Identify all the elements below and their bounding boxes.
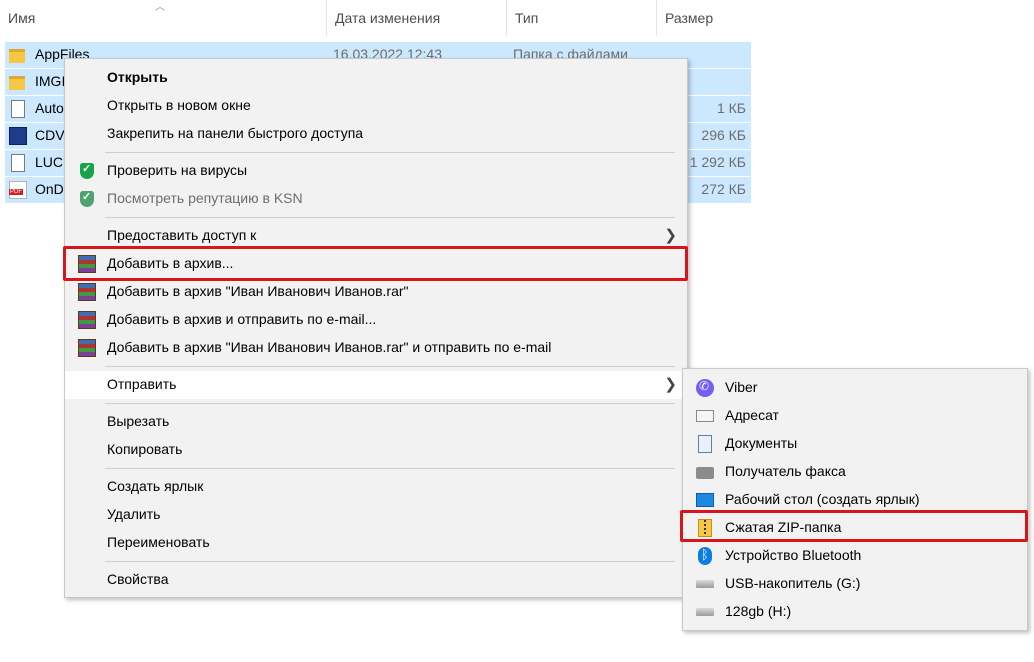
chevron-right-icon: ❯ (664, 376, 677, 393)
file-name: LUCI (35, 154, 67, 170)
fax-icon (696, 467, 714, 479)
menu-item-label: Добавить в архив "Иван Иванович Иванов.r… (107, 283, 409, 299)
menu-separator (105, 152, 675, 153)
folder-icon (9, 76, 25, 90)
menu-item-send-to[interactable]: Отправить ❯ (65, 371, 687, 399)
file-name: OnD (35, 181, 64, 197)
file-icon (11, 154, 25, 172)
menu-item-ksn-reputation[interactable]: Посмотреть репутацию в KSN (65, 185, 687, 213)
menu-item-cut[interactable]: Вырезать (65, 408, 687, 436)
menu-item-copy[interactable]: Копировать (65, 436, 687, 464)
send-to-documents[interactable]: Документы (683, 430, 1027, 458)
menu-item-add-to-archive[interactable]: Добавить в архив... (65, 250, 687, 278)
file-size: 296 КБ (701, 127, 746, 143)
menu-item-give-access[interactable]: Предоставить доступ к ❯ (65, 222, 687, 250)
menu-item-add-to-named-archive[interactable]: Добавить в архив "Иван Иванович Иванов.r… (65, 278, 687, 306)
file-size: 1 292 КБ (689, 154, 746, 170)
menu-item-pin-quick-access[interactable]: Закрепить на панели быстрого доступа (65, 120, 687, 148)
app-icon (9, 127, 27, 145)
menu-item-open[interactable]: Открыть (65, 64, 687, 92)
menu-item-label: Сжатая ZIP-папка (725, 519, 842, 535)
zip-folder-icon (698, 519, 712, 537)
kaspersky-shield-icon (80, 162, 94, 179)
file-size: 1 КБ (716, 100, 746, 116)
menu-separator (105, 217, 675, 218)
menu-item-label: Закрепить на панели быстрого доступа (107, 125, 364, 141)
usb-drive-icon (696, 580, 714, 588)
menu-item-rename[interactable]: Переименовать (65, 529, 687, 557)
send-to-mail-recipient[interactable]: Адресат (683, 402, 1027, 430)
menu-item-label: Предоставить доступ к (107, 227, 257, 243)
viber-icon (696, 379, 714, 397)
context-menu: Открыть Открыть в новом окне Закрепить н… (64, 58, 688, 598)
send-to-desktop[interactable]: Рабочий стол (создать ярлык) (683, 486, 1027, 514)
mail-recipient-icon (696, 410, 714, 422)
menu-item-label: USB-накопитель (G:) (725, 575, 861, 591)
menu-item-label: Viber (725, 379, 758, 395)
kaspersky-shield-icon (80, 190, 94, 207)
menu-separator (105, 468, 675, 469)
menu-item-label: Добавить в архив "Иван Иванович Иванов.r… (107, 339, 552, 355)
menu-item-label: Свойства (107, 571, 169, 587)
winrar-icon (78, 255, 96, 273)
send-to-submenu: Viber Адресат Документы Получатель факса… (682, 368, 1028, 631)
desktop-icon (696, 493, 714, 507)
menu-separator (105, 366, 675, 367)
menu-item-label: Посмотреть репутацию в KSN (107, 190, 303, 206)
bluetooth-icon (698, 547, 712, 565)
menu-item-label: Отправить (107, 376, 177, 392)
menu-item-properties[interactable]: Свойства (65, 566, 687, 594)
chevron-right-icon: ❯ (664, 227, 677, 244)
sort-ascending-icon: ︿ (155, 2, 165, 13)
menu-item-create-shortcut[interactable]: Создать ярлык (65, 473, 687, 501)
menu-item-label: Добавить в архив... (107, 255, 234, 271)
menu-item-label: Документы (725, 435, 798, 451)
file-size: 272 КБ (701, 181, 746, 197)
menu-separator (105, 561, 675, 562)
menu-item-label: Открыть в новом окне (107, 97, 251, 113)
menu-item-label: 128gb (H:) (725, 603, 792, 619)
folder-icon (9, 49, 25, 63)
menu-item-scan-virus[interactable]: Проверить на вирусы (65, 157, 687, 185)
file-list-header: Имя ︿ Дата изменения Тип Размер (0, 0, 758, 36)
send-to-usb-drive-g[interactable]: USB-накопитель (G:) (683, 570, 1027, 598)
file-name: Auto (35, 100, 64, 116)
send-to-bluetooth[interactable]: Устройство Bluetooth (683, 542, 1027, 570)
menu-item-label: Переименовать (107, 534, 210, 550)
menu-item-label: Создать ярлык (107, 478, 204, 494)
winrar-icon (78, 311, 96, 329)
column-header-date[interactable]: Дата изменения (326, 0, 506, 36)
file-name: IMGI (35, 73, 66, 89)
file-icon (11, 100, 25, 118)
menu-item-label: Адресат (725, 407, 779, 423)
menu-item-delete[interactable]: Удалить (65, 501, 687, 529)
send-to-viber[interactable]: Viber (683, 374, 1027, 402)
menu-item-label: Устройство Bluetooth (725, 547, 862, 563)
menu-item-label: Рабочий стол (создать ярлык) (725, 491, 920, 507)
menu-item-label: Добавить в архив и отправить по e-mail..… (107, 311, 377, 327)
menu-item-label: Вырезать (107, 413, 170, 429)
menu-item-label: Получатель факса (725, 463, 846, 479)
pdf-icon (9, 181, 27, 199)
menu-item-label: Проверить на вирусы (107, 162, 248, 178)
column-header-size[interactable]: Размер (656, 0, 756, 36)
usb-drive-icon (696, 608, 714, 616)
menu-item-named-archive-and-email[interactable]: Добавить в архив "Иван Иванович Иванов.r… (65, 334, 687, 362)
menu-item-open-new-window[interactable]: Открыть в новом окне (65, 92, 687, 120)
menu-item-archive-and-email[interactable]: Добавить в архив и отправить по e-mail..… (65, 306, 687, 334)
winrar-icon (78, 339, 96, 357)
menu-item-label: Копировать (107, 441, 183, 457)
menu-item-label: Открыть (107, 69, 168, 85)
menu-separator (105, 403, 675, 404)
send-to-drive-h[interactable]: 128gb (H:) (683, 598, 1027, 626)
documents-icon (698, 435, 712, 453)
send-to-fax[interactable]: Получатель факса (683, 458, 1027, 486)
column-header-type[interactable]: Тип (506, 0, 656, 36)
winrar-icon (78, 283, 96, 301)
menu-item-label: Удалить (107, 506, 161, 522)
file-name: CDV (35, 127, 65, 143)
send-to-zip-folder[interactable]: Сжатая ZIP-папка (683, 514, 1027, 542)
